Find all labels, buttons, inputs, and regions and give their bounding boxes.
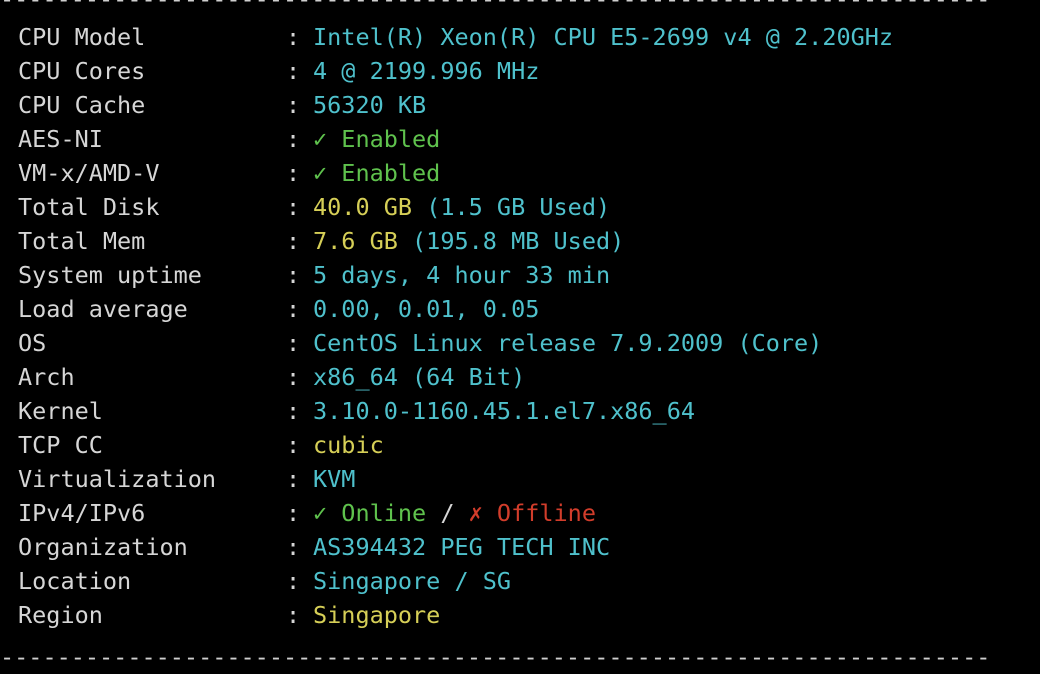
- info-value: ✓ Enabled: [313, 125, 441, 153]
- info-row: Region: Singapore: [18, 598, 893, 632]
- info-value: cubic: [313, 431, 384, 459]
- separator-colon: :: [286, 499, 301, 527]
- info-label: CPU Cache: [18, 91, 146, 119]
- info-label: Total Mem: [18, 227, 146, 255]
- info-row: CPU Cores:4 @ 2199.996 MHz: [18, 54, 893, 88]
- separator-colon: :: [286, 91, 301, 119]
- info-label: IPv4/IPv6: [18, 499, 146, 527]
- info-row: CPU Model: Intel(R) Xeon(R) CPU E5-2699 v…: [18, 20, 893, 54]
- separator-colon: :: [286, 125, 301, 153]
- info-value: Intel(R) Xeon(R) CPU E5-2699 v4 @ 2.20GH…: [313, 23, 894, 51]
- info-row: System uptime:5 days, 4 hour 33 min: [18, 258, 893, 292]
- info-row: Kernel:3.10.0-1160.45.1.el7.x86_64: [18, 394, 893, 428]
- info-value: 40.0 GB: [313, 193, 413, 221]
- info-row: IPv4/IPv6: ✓ Online / ✗ Offline: [18, 496, 893, 530]
- info-value: 56320 KB: [313, 91, 427, 119]
- info-label: Region: [18, 601, 103, 629]
- bottom-divider: ----------------------------------------…: [0, 643, 990, 671]
- info-value: 5 days, 4 hour 33 min: [313, 261, 611, 289]
- terminal-window: ----------------------------------------…: [0, 0, 1040, 671]
- separator-colon: :: [286, 159, 301, 187]
- separator-colon: :: [286, 533, 301, 561]
- info-value: (1.5 GB Used): [412, 193, 611, 221]
- info-label: Load average: [18, 295, 188, 323]
- separator-colon: :: [286, 465, 301, 493]
- separator-colon: :: [286, 295, 301, 323]
- info-value: AS394432 PEG TECH INC: [313, 533, 611, 561]
- separator-colon: :: [286, 261, 301, 289]
- separator-colon: :: [286, 431, 301, 459]
- separator-colon: :: [286, 601, 301, 629]
- info-value: x86_64 (64 Bit): [313, 363, 526, 391]
- info-label: Arch: [18, 363, 75, 391]
- separator-colon: :: [286, 567, 301, 595]
- info-label: Location: [18, 567, 132, 595]
- info-value: 4 @ 2199.996 MHz: [313, 57, 540, 85]
- info-value: (195.8 MB Used): [397, 227, 625, 255]
- info-value: 3.10.0-1160.45.1.el7.x86_64: [313, 397, 696, 425]
- info-row: Virtualization: KVM: [18, 462, 893, 496]
- info-value: CentOS Linux release 7.9.2009 (Core): [313, 329, 823, 357]
- info-row: Total Mem:7.6 GB (195.8 MB Used): [18, 224, 893, 258]
- separator-colon: :: [286, 363, 301, 391]
- separator-colon: :: [286, 193, 301, 221]
- info-label: Organization: [18, 533, 188, 561]
- info-label: CPU Model: [18, 23, 146, 51]
- info-label: Total Disk: [18, 193, 160, 221]
- top-divider: ----------------------------------------…: [0, 0, 990, 16]
- system-info-list: CPU Model: Intel(R) Xeon(R) CPU E5-2699 v…: [18, 20, 893, 632]
- separator-colon: :: [286, 329, 301, 357]
- info-label: VM-x/AMD-V: [18, 159, 160, 187]
- info-row: VM-x/AMD-V: ✓ Enabled: [18, 156, 893, 190]
- info-label: Virtualization: [18, 465, 217, 493]
- info-value: /: [426, 499, 469, 527]
- info-value: ✓ Enabled: [313, 159, 441, 187]
- info-value: ✗ Offline: [468, 499, 596, 527]
- info-label: AES-NI: [18, 125, 103, 153]
- info-value: KVM: [313, 465, 356, 493]
- info-row: Arch: x86_64 (64 Bit): [18, 360, 893, 394]
- info-row: CPU Cache:56320 KB: [18, 88, 893, 122]
- info-row: Organization: AS394432 PEG TECH INC: [18, 530, 893, 564]
- info-value: 0.00, 0.01, 0.05: [313, 295, 540, 323]
- separator-colon: :: [286, 397, 301, 425]
- info-value: ✓ Online: [313, 499, 427, 527]
- info-label: System uptime: [18, 261, 202, 289]
- info-label: CPU Cores: [18, 57, 146, 85]
- separator-colon: :: [286, 23, 301, 51]
- info-row: Total Disk:40.0 GB (1.5 GB Used): [18, 190, 893, 224]
- info-row: OS: CentOS Linux release 7.9.2009 (Core): [18, 326, 893, 360]
- info-value: Singapore: [313, 601, 441, 629]
- separator-colon: :: [286, 227, 301, 255]
- info-label: Kernel: [18, 397, 103, 425]
- info-value: 7.6 GB: [313, 227, 398, 255]
- info-label: OS: [18, 329, 47, 357]
- info-label: TCP CC: [18, 431, 103, 459]
- info-row: TCP CC: cubic: [18, 428, 893, 462]
- info-value: Singapore / SG: [313, 567, 512, 595]
- info-row: AES-NI: ✓ Enabled: [18, 122, 893, 156]
- separator-colon: :: [286, 57, 301, 85]
- info-row: Load average:0.00, 0.01, 0.05: [18, 292, 893, 326]
- info-row: Location: Singapore / SG: [18, 564, 893, 598]
